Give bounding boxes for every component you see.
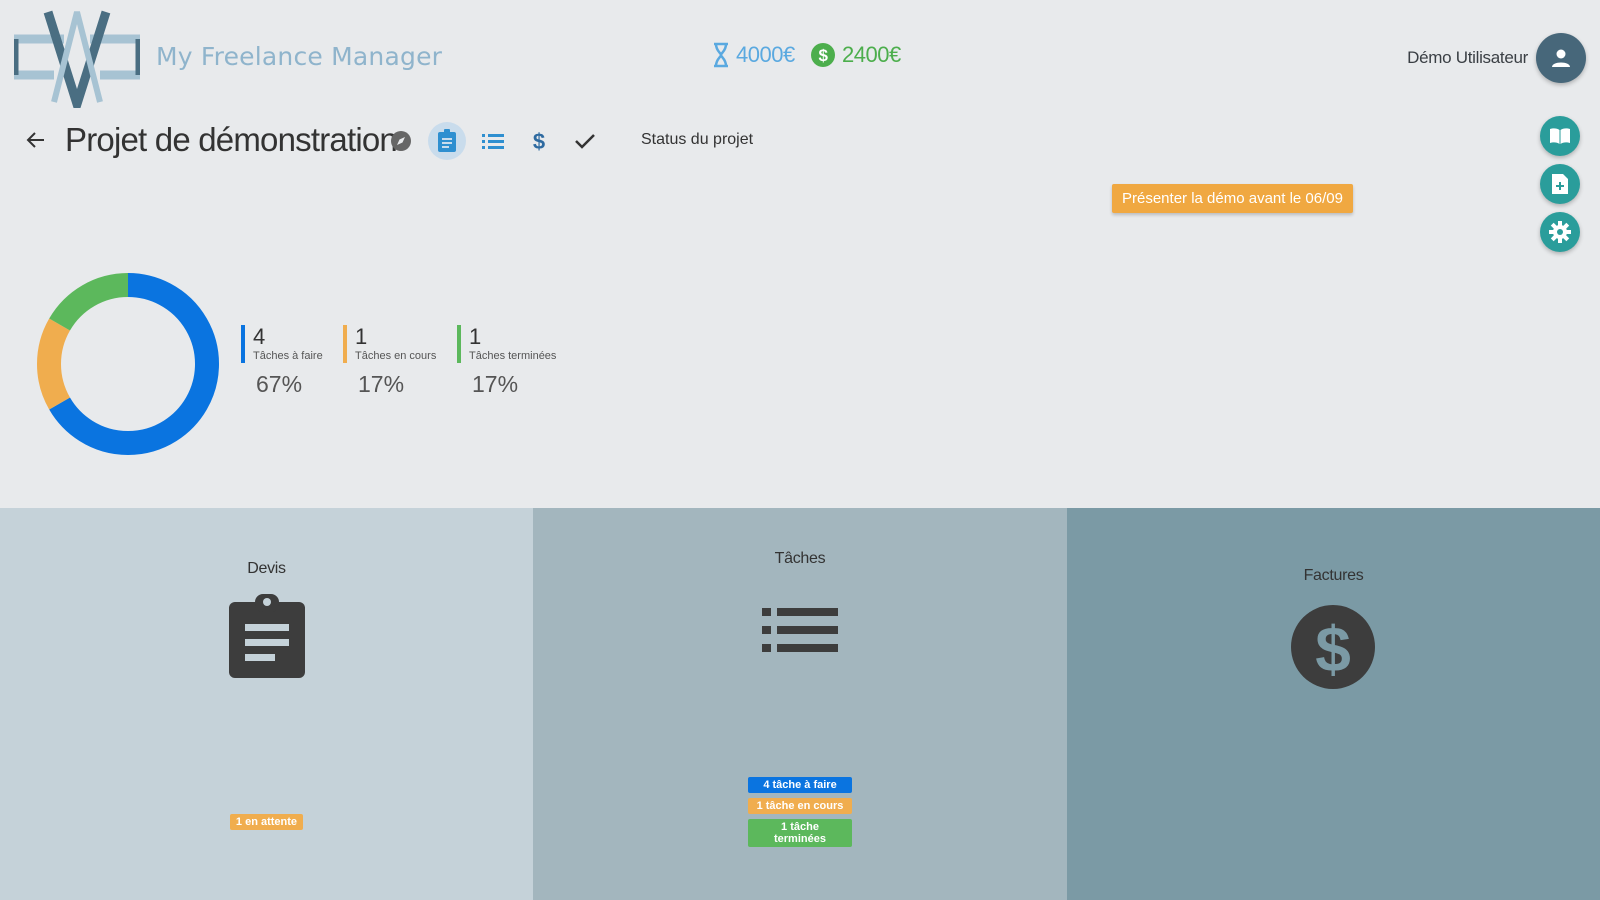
gear-icon <box>1549 221 1571 243</box>
tasks-donut-chart <box>37 273 219 455</box>
user-avatar-button[interactable] <box>1536 33 1586 83</box>
stat-done: 1 Tâches terminées 17% <box>457 324 557 397</box>
stat-todo-percent: 67% <box>256 371 303 397</box>
status-label[interactable]: Status du projet <box>641 131 753 149</box>
user-icon <box>1552 49 1570 67</box>
back-arrow-icon[interactable] <box>24 128 48 152</box>
deadline-badge: Présenter la démo avant le 06/09 <box>1112 184 1353 213</box>
time-kpi: 4000€ <box>712 42 795 68</box>
stat-in-progress-percent: 17% <box>358 371 405 397</box>
dollar-circle-icon: $ <box>1291 605 1375 689</box>
compass-icon[interactable] <box>382 122 420 160</box>
stat-done-label: Tâches terminées <box>469 350 557 362</box>
taches-done-badge: 1 tâche terminées <box>748 819 852 847</box>
clipboard-icon <box>229 594 305 678</box>
money-kpi: $ 2400€ <box>810 42 901 68</box>
devis-panel[interactable]: Devis 1 en attente <box>0 508 533 900</box>
time-total: 4000€ <box>736 42 795 67</box>
stat-done-percent: 17% <box>472 371 519 397</box>
stat-done-count: 1 <box>469 324 482 349</box>
svg-text:$: $ <box>1315 613 1351 685</box>
donut-segment-in-progress <box>37 318 71 410</box>
app-logo <box>14 10 140 108</box>
clipboard-icon[interactable] <box>428 122 466 160</box>
stat-todo-count: 4 <box>253 324 266 349</box>
taches-panel[interactable]: Tâches 4 tâche à faire 1 tâche en cours … <box>533 508 1067 900</box>
factures-title: Factures <box>1303 567 1364 584</box>
factures-panel[interactable]: Factures $ <box>1067 508 1600 900</box>
dollar-icon[interactable]: $ <box>520 122 558 160</box>
add-document-icon <box>1552 174 1568 194</box>
stat-in-progress-count: 1 <box>355 324 368 349</box>
check-icon[interactable] <box>566 122 604 160</box>
stat-in-progress-label: Tâches en cours <box>355 350 437 362</box>
stat-in-progress: 1 Tâches en cours 17% <box>343 324 437 397</box>
donut-segment-done <box>49 273 129 331</box>
app-title[interactable]: My Freelance Manager <box>156 42 442 71</box>
dollar-circle-icon: $ <box>811 43 835 67</box>
money-total: 2400€ <box>842 42 901 67</box>
taches-title: Tâches <box>774 550 826 567</box>
list-icon <box>762 608 838 652</box>
taches-status: 4 tâche à faire 1 tâche en cours 1 tâche… <box>533 777 1067 847</box>
user-name[interactable]: Démo Utilisateur <box>1407 48 1528 68</box>
svg-text:$: $ <box>819 46 829 65</box>
hourglass-icon <box>714 42 728 68</box>
svg-text:$: $ <box>533 129 545 153</box>
stat-todo-label: Tâches à faire <box>253 350 323 362</box>
book-icon <box>1550 128 1570 144</box>
project-title: Projet de démonstration <box>65 121 398 158</box>
book-button[interactable] <box>1540 116 1580 156</box>
taches-in-progress-badge: 1 tâche en cours <box>748 798 852 814</box>
stat-todo: 4 Tâches à faire 67% <box>241 324 323 397</box>
devis-title: Devis <box>247 560 286 577</box>
taches-todo-badge: 4 tâche à faire <box>748 777 852 793</box>
settings-button[interactable] <box>1540 212 1580 252</box>
add-document-button[interactable] <box>1540 164 1580 204</box>
list-icon[interactable] <box>474 122 512 160</box>
devis-status: 1 en attente <box>0 812 533 830</box>
devis-pending-badge: 1 en attente <box>229 814 304 830</box>
